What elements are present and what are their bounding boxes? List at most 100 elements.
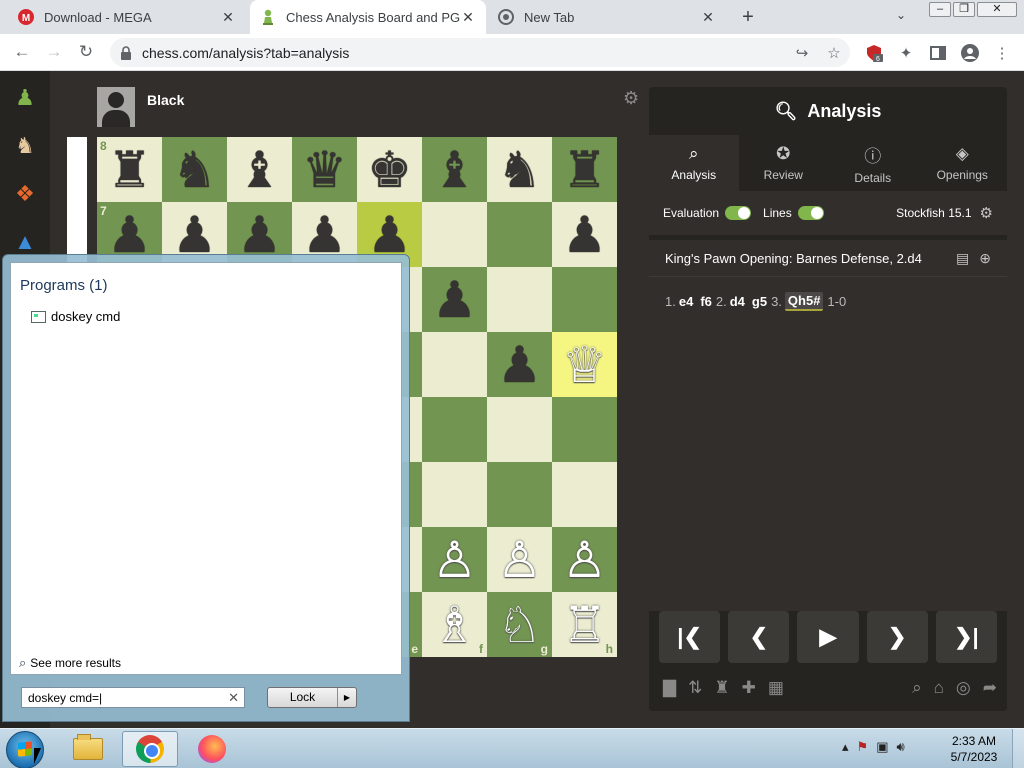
tab-mega[interactable]: M Download - MEGA ✕ xyxy=(8,0,246,34)
black-pawn-icon[interactable]: ♟ xyxy=(367,210,412,260)
square-f4[interactable] xyxy=(422,397,487,462)
black-pawn-icon[interactable]: ♟ xyxy=(562,210,607,260)
compass-icon[interactable]: ⊕ xyxy=(979,250,991,267)
evaluation-toggle[interactable] xyxy=(725,206,752,220)
square-h1[interactable]: h ♖ xyxy=(552,592,617,657)
square-h3[interactable] xyxy=(552,462,617,527)
black-bishop-icon[interactable]: ♝ xyxy=(432,145,477,195)
close-tab-icon[interactable]: ✕ xyxy=(460,9,476,26)
engine-gear-icon[interactable]: ⚙ xyxy=(980,204,993,222)
tab-new-tab[interactable]: New Tab ✕ xyxy=(488,0,726,34)
move[interactable]: g5 xyxy=(752,294,767,309)
board-settings-gear-icon[interactable]: ⚙ xyxy=(623,88,639,109)
tab-details[interactable]: ⓘ Details xyxy=(828,135,918,191)
volume-icon[interactable]: 🔊︎ xyxy=(896,739,904,755)
black-pawn-icon[interactable]: ♟ xyxy=(237,210,282,260)
show-hidden-icons-chevron-icon[interactable]: ▴ xyxy=(842,739,849,755)
square-h2[interactable]: ♙ xyxy=(552,527,617,592)
square-f1[interactable]: f ♗ xyxy=(422,592,487,657)
action-center-flag-icon[interactable]: ⚑ xyxy=(857,739,869,755)
engine-selector[interactable]: Stockfish 15.1 ⚙ xyxy=(896,204,993,222)
white-rook-icon[interactable]: ♖ xyxy=(562,600,607,650)
black-bishop-icon[interactable]: ♝ xyxy=(237,145,282,195)
close-tab-icon[interactable]: ✕ xyxy=(700,9,716,26)
share-icon[interactable]: ➦ xyxy=(983,678,997,698)
side-panel-icon[interactable] xyxy=(928,43,948,63)
forward-arrow-icon[interactable]: → xyxy=(44,42,64,62)
black-pawn-icon[interactable]: ♟ xyxy=(302,210,347,260)
square-f2[interactable]: ♙ xyxy=(422,527,487,592)
play-icon[interactable]: ♞ xyxy=(10,131,40,161)
black-knight-icon[interactable]: ♞ xyxy=(497,145,542,195)
new-tab-button[interactable]: + xyxy=(738,6,758,28)
record-icon[interactable]: ◎ xyxy=(956,678,971,698)
address-bar[interactable]: chess.com/analysis?tab=analysis xyxy=(110,38,850,67)
white-queen-icon[interactable]: ♕ xyxy=(562,340,607,390)
square-f3[interactable] xyxy=(422,462,487,527)
start-search-input[interactable]: doskey cmd=| ✕ xyxy=(21,687,245,708)
lock-button[interactable]: Lock ▶ xyxy=(267,687,357,708)
square-h4[interactable] xyxy=(552,397,617,462)
file-explorer-button[interactable] xyxy=(60,731,116,767)
last-move-button[interactable]: ❯| xyxy=(935,611,998,663)
square-g4[interactable] xyxy=(487,397,552,462)
search-result-item[interactable]: doskey cmd xyxy=(31,309,120,324)
reload-icon[interactable]: ↻ xyxy=(76,42,96,62)
system-clock[interactable]: 2:33 AM 5/7/2023 xyxy=(944,733,1004,765)
square-h6[interactable] xyxy=(552,267,617,332)
move[interactable]: d4 xyxy=(730,294,745,309)
close-window-button[interactable]: ✕ xyxy=(977,2,1017,17)
tab-openings[interactable]: ◈ Openings xyxy=(918,135,1008,191)
square-g1[interactable]: g ♘ xyxy=(487,592,552,657)
browser-menu-kebab-icon[interactable]: ⋮ xyxy=(992,43,1012,63)
firefox-taskbar-button[interactable] xyxy=(184,731,240,767)
bar-chart-icon[interactable]: ▇ xyxy=(663,678,676,698)
chess-com-logo-icon[interactable]: ♟ xyxy=(10,83,40,113)
square-f5[interactable] xyxy=(422,332,487,397)
network-icon[interactable]: ▣ xyxy=(876,739,888,755)
board-editor-icon[interactable]: ▦ xyxy=(768,678,784,698)
first-move-button[interactable]: |❮ xyxy=(659,611,721,663)
square-f7[interactable] xyxy=(422,202,487,267)
extension-shield-icon[interactable]: 6 xyxy=(864,43,884,63)
explorer-icon[interactable]: ⌕ xyxy=(912,678,922,698)
library-icon[interactable]: ⌂ xyxy=(934,678,944,698)
next-move-button[interactable]: ❯ xyxy=(866,611,928,663)
see-more-results-link[interactable]: ⌕ See more results xyxy=(19,655,121,671)
white-bishop-icon[interactable]: ♗ xyxy=(432,600,477,650)
square-g2[interactable]: ♙ xyxy=(487,527,552,592)
white-pawn-icon[interactable]: ♙ xyxy=(497,535,542,585)
square-h7[interactable]: ♟ xyxy=(552,202,617,267)
close-tab-icon[interactable]: ✕ xyxy=(220,9,236,26)
black-pawn-icon[interactable]: ♟ xyxy=(107,210,152,260)
extensions-puzzle-icon[interactable]: ✦ xyxy=(896,43,916,63)
black-pawn-icon[interactable]: ♟ xyxy=(497,340,542,390)
puzzles-icon[interactable]: ❖ xyxy=(10,179,40,209)
square-h8[interactable]: ♜ xyxy=(552,137,617,202)
square-g5[interactable]: ♟ xyxy=(487,332,552,397)
square-g6[interactable] xyxy=(487,267,552,332)
square-h5[interactable]: ♕ xyxy=(552,332,617,397)
black-rook-icon[interactable]: ♜ xyxy=(107,145,152,195)
square-d8[interactable]: ♛ xyxy=(292,137,357,202)
back-arrow-icon[interactable]: ← xyxy=(12,42,32,62)
lines-toggle[interactable] xyxy=(797,206,824,220)
square-g3[interactable] xyxy=(487,462,552,527)
white-pawn-icon[interactable]: ♙ xyxy=(562,535,607,585)
bookmark-star-icon[interactable]: ☆ xyxy=(824,43,844,63)
black-pawn-icon[interactable]: ♟ xyxy=(172,210,217,260)
chevron-right-icon[interactable]: ▶ xyxy=(338,688,356,707)
move[interactable]: e4 xyxy=(679,294,693,309)
black-pawn-icon[interactable]: ♟ xyxy=(432,275,477,325)
profile-avatar-icon[interactable] xyxy=(960,43,980,63)
add-icon[interactable]: ✚ xyxy=(742,678,756,698)
play-button[interactable]: ▶ xyxy=(797,611,859,663)
black-rook-icon[interactable]: ♜ xyxy=(562,145,607,195)
square-a8[interactable]: 8 ♜ xyxy=(97,137,162,202)
black-king-icon[interactable]: ♚ xyxy=(367,145,412,195)
clear-search-icon[interactable]: ✕ xyxy=(228,690,239,706)
black-queen-icon[interactable]: ♛ xyxy=(302,145,347,195)
flip-board-icon[interactable]: ⇅ xyxy=(688,678,702,698)
restore-button[interactable]: ❐ xyxy=(953,2,975,17)
learn-icon[interactable]: ▲ xyxy=(10,227,40,257)
